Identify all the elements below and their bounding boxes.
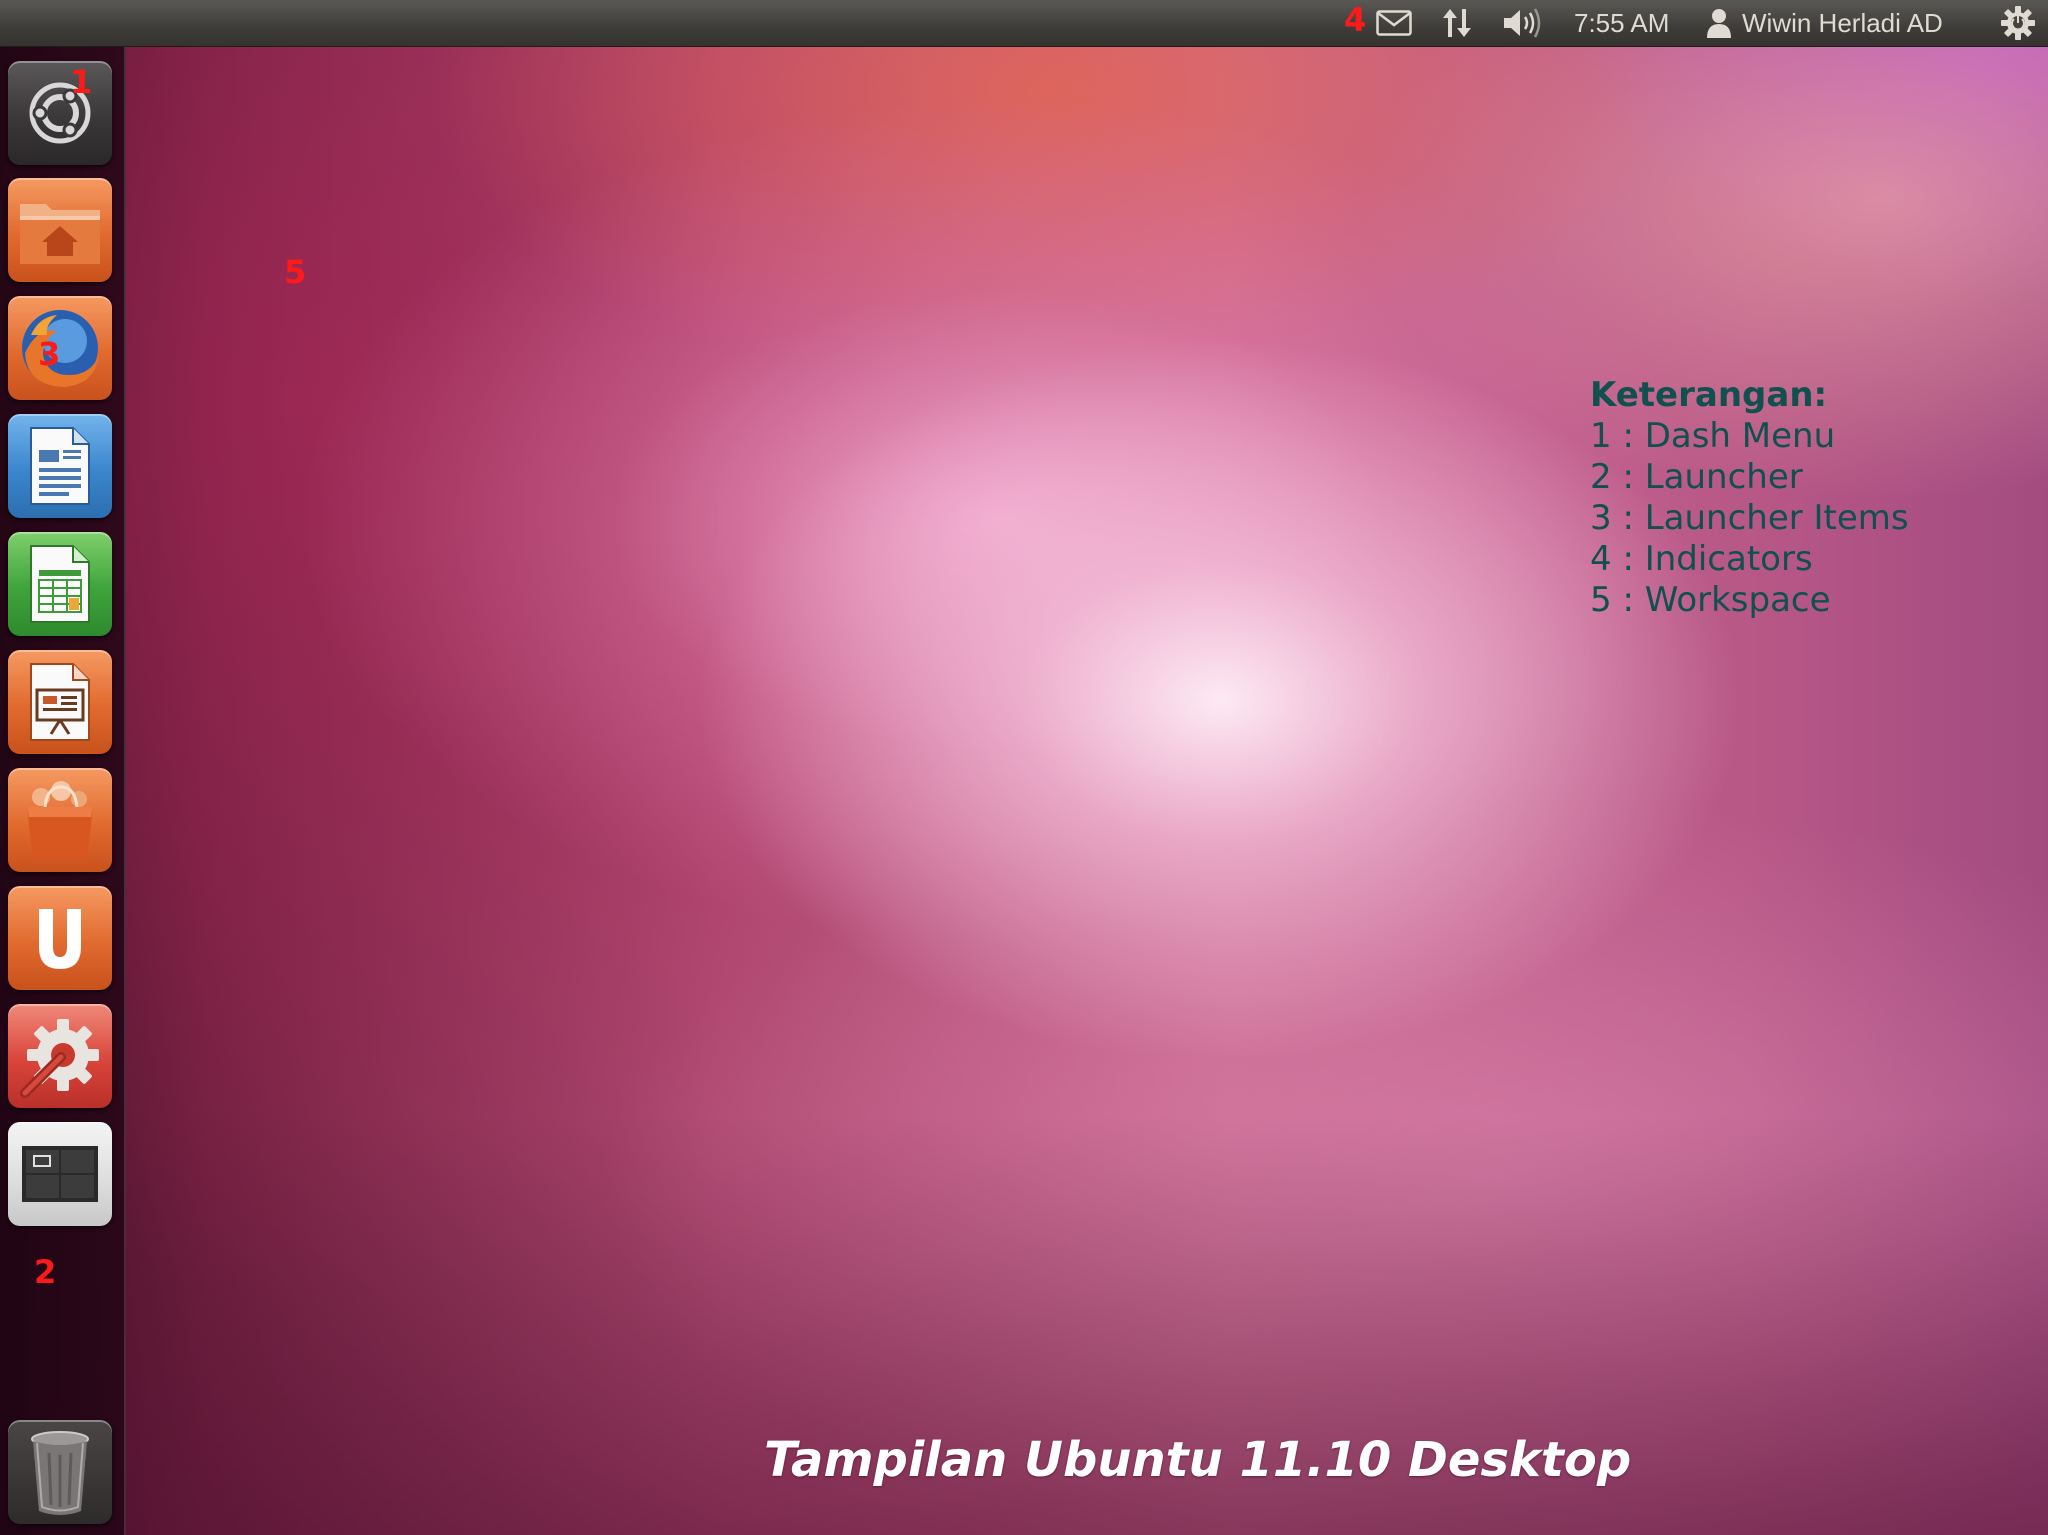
person-icon — [1706, 0, 1732, 46]
annotation-number-3: 3 — [38, 335, 61, 373]
ubuntu-one-icon — [39, 909, 81, 969]
legend-item: 4 : Indicators — [1590, 539, 1813, 579]
launcher-item-libreoffice-calc[interactable] — [8, 532, 112, 636]
workspace-switcher-icon — [22, 1146, 98, 1202]
clock[interactable]: 7:55 AM — [1574, 0, 1669, 46]
user-name-menu[interactable]: Wiwin Herladi AD — [1742, 0, 1943, 46]
annotation-number-4: 4 — [1344, 1, 1367, 39]
legend-item: 2 : Launcher — [1590, 457, 1803, 497]
settings-wrench-icon — [20, 1019, 99, 1098]
legend-title: Keterangan: — [1590, 375, 1828, 415]
legend-item: 5 : Workspace — [1590, 580, 1831, 620]
gear-power-icon[interactable] — [2000, 0, 2036, 46]
legend: Keterangan: 1 : Dash Menu 2 : Launcher 3… — [1590, 375, 1909, 621]
network-updown-icon[interactable] — [1440, 0, 1474, 46]
launcher-item-trash[interactable] — [8, 1420, 112, 1524]
legend-item: 1 : Dash Menu — [1590, 416, 1836, 456]
calc-spreadsheet-icon — [30, 545, 90, 623]
speaker-icon[interactable] — [1502, 0, 1544, 46]
launcher — [0, 47, 126, 1535]
trash-icon — [31, 1431, 89, 1515]
software-center-bag-icon — [27, 781, 93, 859]
top-panel: 4 7:55 AM Wiwin Herladi AD — [0, 0, 2048, 47]
launcher-item-system-settings[interactable] — [8, 1004, 112, 1108]
annotation-number-1: 1 — [70, 63, 93, 101]
envelope-icon[interactable] — [1376, 0, 1412, 46]
home-folder-icon — [20, 204, 100, 264]
annotation-number-5: 5 — [284, 253, 307, 291]
impress-presentation-icon — [30, 663, 90, 741]
launcher-item-software-center[interactable] — [8, 768, 112, 872]
launcher-item-dash[interactable] — [8, 61, 112, 165]
launcher-item-ubuntu-one[interactable] — [8, 886, 112, 990]
launcher-item-home-folder[interactable] — [8, 178, 112, 282]
writer-document-icon — [30, 427, 90, 505]
launcher-item-libreoffice-impress[interactable] — [8, 650, 112, 754]
caption: Tampilan Ubuntu 11.10 Desktop — [764, 1432, 1632, 1488]
legend-item: 3 : Launcher Items — [1590, 498, 1909, 538]
launcher-item-workspace-switcher[interactable] — [8, 1122, 112, 1226]
annotation-number-2: 2 — [34, 1253, 57, 1291]
desktop-workspace[interactable]: 4 7:55 AM Wiwin Herladi AD 1 3 2 5 Keter… — [0, 0, 2048, 1535]
launcher-item-libreoffice-writer[interactable] — [8, 414, 112, 518]
